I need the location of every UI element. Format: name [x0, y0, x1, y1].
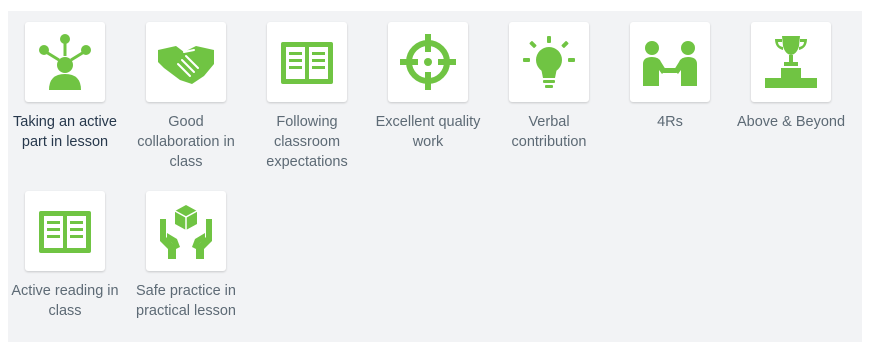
trophy-podium-icon — [765, 36, 817, 88]
award-tile-quality[interactable]: Excellent quality work — [368, 22, 488, 152]
award-card[interactable] — [146, 191, 226, 271]
award-label: Active reading in class — [11, 283, 119, 319]
award-label: Excellent quality work — [375, 114, 481, 150]
award-tile-active-part[interactable]: Taking an active part in lesson — [5, 22, 125, 152]
award-tile-active-reading[interactable]: Active reading in class — [5, 191, 125, 321]
handshake-icon — [158, 46, 214, 84]
award-tile-above-beyond[interactable]: Above & Beyond — [731, 22, 851, 132]
award-label: Taking an active part in lesson — [13, 114, 117, 150]
hands-holding-box-icon — [160, 205, 212, 259]
award-tile-verbal[interactable]: Verbal contribution — [489, 22, 609, 152]
award-label: Verbal contribution — [511, 114, 587, 150]
award-tile-expectations[interactable]: Following classroom expectations — [247, 22, 367, 172]
two-people-handshake-icon — [643, 41, 697, 86]
award-label: Good collaboration in class — [137, 114, 235, 170]
award-label: Above & Beyond — [736, 114, 846, 130]
award-card[interactable] — [630, 22, 710, 102]
award-card[interactable] — [146, 22, 226, 102]
award-tile-safe-practice[interactable]: Safe practice in practical lesson — [126, 191, 246, 321]
award-card[interactable] — [509, 22, 589, 102]
lightbulb-icon — [523, 36, 575, 88]
person-network-icon — [39, 34, 91, 90]
crosshair-icon — [400, 34, 456, 90]
open-book-icon — [39, 211, 91, 253]
award-tile-4rs[interactable]: 4Rs — [610, 22, 730, 132]
award-card[interactable] — [751, 22, 831, 102]
awards-panel: Taking an active part in lesson Good col… — [8, 11, 862, 342]
award-tile-collaboration[interactable]: Good collaboration in class — [126, 22, 246, 172]
award-card[interactable] — [25, 191, 105, 271]
award-card[interactable] — [25, 22, 105, 102]
open-book-icon — [281, 42, 333, 84]
award-card[interactable] — [267, 22, 347, 102]
award-label: Safe practice in practical lesson — [136, 283, 236, 319]
award-label: Following classroom expectations — [266, 114, 348, 170]
award-card[interactable] — [388, 22, 468, 102]
award-label: 4Rs — [657, 114, 683, 130]
